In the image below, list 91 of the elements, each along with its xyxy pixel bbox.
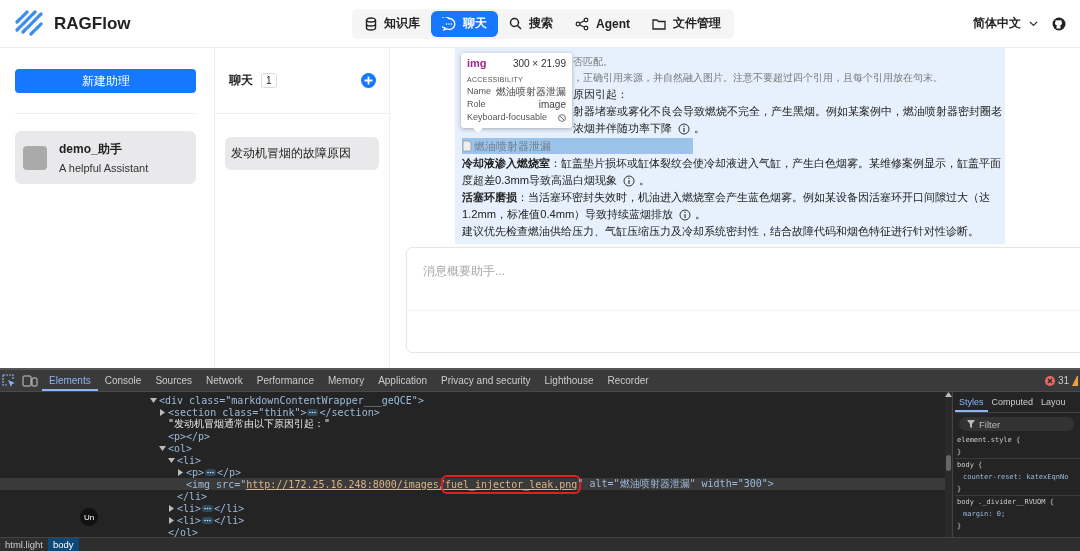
dom-node-line[interactable]: <p> </p>	[186, 466, 242, 478]
nav-tab[interactable]: 聊天	[431, 10, 498, 37]
dom-node-line[interactable]: <ol>	[168, 442, 193, 454]
tooltip-size: 300 × 21.99	[512, 57, 566, 70]
answer-text: 1.2mm，标准值0.4mm）导致持续蓝烟排放	[462, 207, 674, 222]
github-icon[interactable]	[1052, 16, 1066, 31]
avatar-placeholder	[23, 145, 47, 170]
scrollbar[interactable]	[945, 392, 952, 537]
dom-node-line[interactable]: <div class="markdownContentWrapper___geQCE">	[159, 394, 424, 406]
nav-tab[interactable]: 文件管理	[641, 10, 732, 37]
panel-title: 聊天	[229, 72, 253, 89]
devtools-tab[interactable]: Performance	[249, 370, 321, 391]
filter-icon	[967, 420, 975, 428]
dom-node-line[interactable]: <li> </li>	[177, 502, 245, 514]
devtools-tab[interactable]: Memory	[321, 370, 372, 391]
expanded-arrow-icon[interactable]	[150, 396, 157, 404]
answer-text: 建议优先检查燃油供给压力、气缸压缩压力及冷却系统密封性，结合故障代码和烟色特征进行针对性诊断。	[462, 224, 979, 239]
answer-text: 冷却液渗入燃烧室：缸盖垫片损坏或缸体裂纹会使冷却液进入气缸，产生白色烟雾。某维修案例显示，缸盖平面	[462, 156, 1001, 171]
graph-icon	[575, 16, 589, 31]
punctuation-text: 。	[694, 121, 705, 136]
breadcrumb[interactable]: body	[48, 538, 79, 551]
assistant-name: demo_助手	[59, 141, 123, 158]
tooltip-label: Role	[467, 98, 486, 111]
database-icon	[365, 16, 377, 31]
devtools-tab[interactable]: Network	[199, 370, 250, 391]
broken-image-icon	[462, 140, 472, 152]
broken-image: 燃油喷射器泄漏	[462, 138, 693, 154]
expanded-arrow-icon[interactable]	[168, 456, 175, 464]
dom-node-line[interactable]: </li>	[177, 490, 208, 502]
devtools-tab[interactable]: Privacy and security	[434, 370, 538, 391]
devtools-tab[interactable]: Recorder	[600, 370, 656, 391]
answer-text: 活塞环磨损：当活塞环密封失效时，机油进入燃烧室会产生蓝色烟雾。例如某设备因活塞环开口间隙过大（达	[462, 190, 990, 205]
message-input[interactable]: 消息概要助手...	[406, 247, 1080, 353]
collapsed-arrow-icon[interactable]	[177, 468, 184, 476]
count-badge: 1	[261, 73, 277, 88]
app-logo-text: RAGFlow	[54, 13, 131, 34]
dom-node-line[interactable]: <li> </li>	[177, 514, 245, 526]
tooltip-label: Keyboard-focusable	[467, 111, 548, 124]
tooltip-label: Name	[467, 85, 491, 98]
chat-icon	[442, 16, 456, 31]
dom-node-line[interactable]: <p></p>	[168, 430, 211, 442]
dom-node-line[interactable]: <li>	[177, 454, 202, 466]
answer-text: 度超差0.3mm导致高温白烟现象	[462, 173, 618, 188]
device-toolbar-icon[interactable]	[22, 374, 38, 387]
logo-icon	[14, 9, 44, 38]
tooltip-value: 燃油喷射器泄漏	[496, 85, 566, 98]
nav-tab[interactable]: 知识库	[354, 10, 431, 37]
dom-node-line[interactable]: "发动机冒烟通常由以下原因引起："	[168, 417, 331, 431]
styles-tab[interactable]: Computed	[987, 392, 1038, 412]
breadcrumb[interactable]: html.light	[0, 538, 48, 551]
styles-tab[interactable]: Styles	[955, 392, 988, 412]
reasoning-text: ，正确引用来源，并自然融入图片。注意不要超过四个引用，且每个引用放在句末。	[573, 71, 943, 85]
cursor-badge: Un	[80, 508, 98, 526]
assistant-description: A helpful Assistant	[59, 162, 149, 174]
dom-node-line[interactable]: </ol>	[168, 526, 199, 537]
filter-field[interactable]: Filter	[959, 417, 1074, 431]
devtools-tab[interactable]: Sources	[148, 370, 200, 391]
conversation-item[interactable]: 发动机冒烟的故障原因	[225, 137, 379, 170]
answer-text: 浓烟并伴随功率下降	[573, 121, 672, 136]
devtools-tab[interactable]: Lighthouse	[537, 370, 601, 391]
warning-icon	[1072, 375, 1078, 386]
scrollbar-thumb[interactable]	[946, 455, 951, 471]
add-icon[interactable]	[361, 73, 376, 88]
devtools-tab[interactable]: Application	[371, 370, 435, 391]
collapsed-arrow-icon[interactable]	[159, 408, 166, 416]
collapsed-arrow-icon[interactable]	[168, 516, 175, 524]
devtools-tab[interactable]: Elements	[42, 370, 98, 391]
punctuation-text: 。	[639, 173, 651, 188]
error-count: 31	[1057, 375, 1069, 386]
chevron-down-icon	[1029, 20, 1038, 27]
tooltip-tag: img	[467, 57, 487, 70]
answer-text: 原因引起：	[573, 87, 628, 102]
punctuation-text: 。	[695, 207, 707, 222]
blocked-icon	[558, 113, 566, 122]
devtools-tab[interactable]: Console	[97, 370, 149, 391]
expanded-arrow-icon[interactable]	[159, 444, 166, 452]
nav-tab[interactable]: 搜索	[498, 10, 564, 37]
reasoning-text: 否匹配。	[573, 55, 613, 69]
dom-node-line[interactable]: <section class="think"> </section>	[168, 406, 380, 418]
nav-tab[interactable]: Agent	[564, 10, 641, 37]
new-assistant-button[interactable]: 新建助理	[15, 69, 196, 93]
folder-icon	[652, 17, 666, 30]
answer-text: 射器堵塞或雾化不良会导致燃烧不完全，产生黑烟。例如某案例中，燃油喷射器密封圈老	[573, 104, 1002, 119]
tooltip-value: image	[538, 98, 566, 111]
search-icon	[509, 17, 522, 30]
collapsed-arrow-icon[interactable]	[168, 504, 175, 512]
language-selector[interactable]: 简体中文	[973, 15, 1038, 32]
assistant-card[interactable]: demo_助手 A helpful Assistant	[15, 131, 196, 184]
error-icon	[1044, 375, 1055, 386]
inspect-icon[interactable]	[2, 373, 16, 388]
styles-tab[interactable]: Layou	[1037, 392, 1070, 412]
